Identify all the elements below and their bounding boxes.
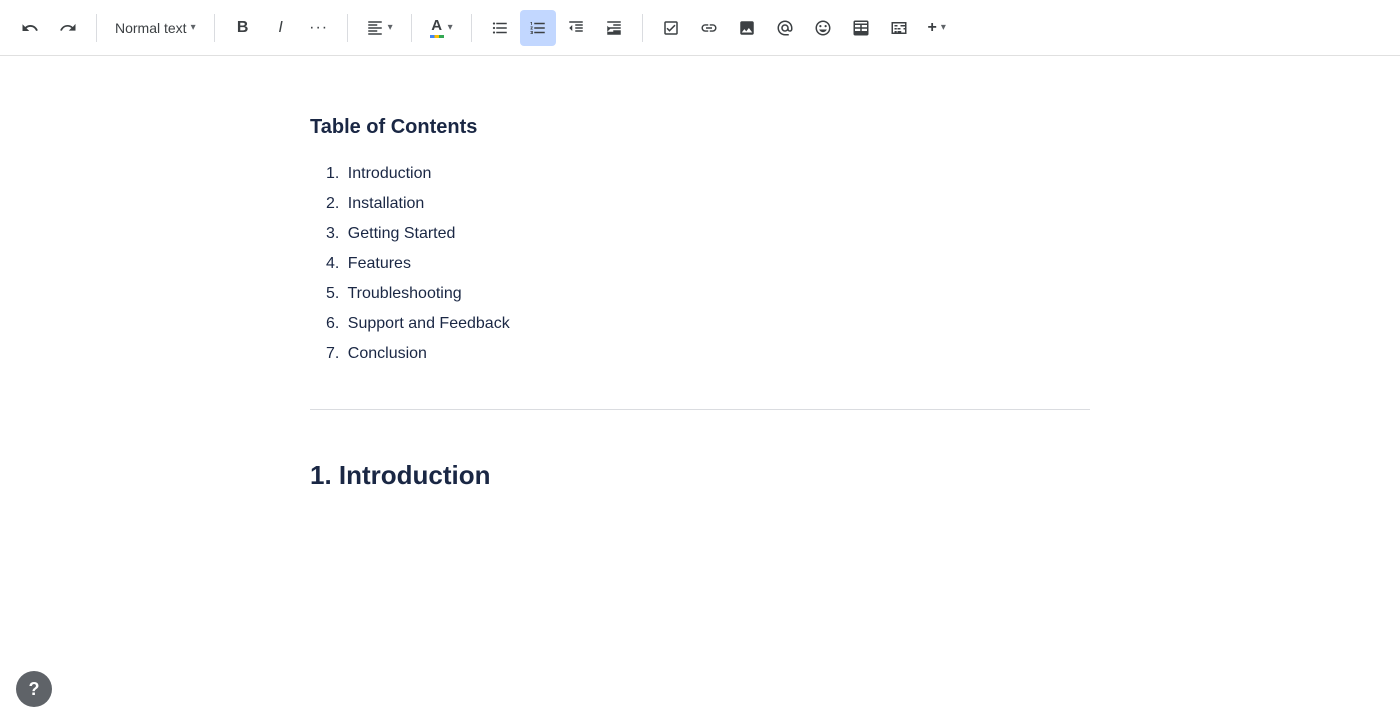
more-insert-icon: + [927, 19, 936, 37]
emoji-button[interactable] [805, 10, 841, 46]
align-icon [366, 19, 384, 37]
toc-text-4: Features [348, 255, 411, 272]
indent-increase-button[interactable] [596, 10, 632, 46]
list-item: 6. Support and Feedback [310, 309, 1090, 339]
list-group [482, 10, 632, 46]
toc-num-4: 4. [326, 255, 339, 272]
list-item: 1. Introduction [310, 159, 1090, 189]
text-color-icon: A [431, 17, 442, 34]
more-dots-icon: ··· [309, 19, 328, 37]
bullet-list-icon [491, 19, 509, 37]
help-icon: ? [29, 679, 40, 700]
format-group: B I ··· [225, 10, 337, 46]
mention-icon [776, 19, 794, 37]
divider-5 [471, 14, 472, 42]
columns-icon [890, 19, 908, 37]
more-format-button[interactable]: ··· [301, 10, 337, 46]
color-underline [430, 35, 444, 38]
divider-6 [642, 14, 643, 42]
italic-icon: I [278, 19, 282, 37]
image-icon [738, 19, 756, 37]
toc-num-2: 2. [326, 195, 339, 212]
checkbox-button[interactable] [653, 10, 689, 46]
italic-button[interactable]: I [263, 10, 299, 46]
section-divider [310, 409, 1090, 410]
introduction-heading: 1. Introduction [310, 460, 1090, 491]
divider-1 [96, 14, 97, 42]
list-item: 3. Getting Started [310, 219, 1090, 249]
checkbox-icon [662, 19, 680, 37]
redo-button[interactable] [50, 10, 86, 46]
toc-list: 1. Introduction 2. Installation 3. Getti… [310, 159, 1090, 369]
bold-button[interactable]: B [225, 10, 261, 46]
bullet-list-button[interactable] [482, 10, 518, 46]
text-style-label: Normal text [115, 20, 187, 36]
table-icon [852, 19, 870, 37]
toc-text-2: Installation [348, 195, 425, 212]
toc-num-7: 7. [326, 345, 339, 362]
help-button[interactable]: ? [16, 671, 52, 707]
toolbar: Normal text ▾ B I ··· ▾ A ▾ [0, 0, 1400, 56]
columns-button[interactable] [881, 10, 917, 46]
link-icon [700, 19, 718, 37]
undo-button[interactable] [12, 10, 48, 46]
toc-text-1: Introduction [348, 165, 432, 182]
numbered-list-icon [529, 19, 547, 37]
text-color-inner: A [430, 17, 444, 38]
document-content: Table of Contents 1. Introduction 2. Ins… [0, 56, 1400, 723]
toc-text-5: Troubleshooting [348, 285, 462, 302]
insert-group: + ▾ [653, 10, 955, 46]
toc-text-6: Support and Feedback [348, 315, 510, 332]
indent-decrease-button[interactable] [558, 10, 594, 46]
more-insert-button[interactable]: + ▾ [919, 10, 955, 46]
list-item: 2. Installation [310, 189, 1090, 219]
text-color-chevron: ▾ [448, 22, 453, 33]
link-button[interactable] [691, 10, 727, 46]
bold-icon: B [237, 19, 249, 37]
list-item: 5. Troubleshooting [310, 279, 1090, 309]
toc-text-7: Conclusion [348, 345, 427, 362]
toc-text-3: Getting Started [348, 225, 456, 242]
more-insert-chevron: ▾ [941, 22, 946, 33]
align-button[interactable]: ▾ [358, 10, 401, 46]
toc-num-6: 6. [326, 315, 339, 332]
list-item: 4. Features [310, 249, 1090, 279]
divider-3 [347, 14, 348, 42]
indent-decrease-icon [567, 19, 585, 37]
list-item: 7. Conclusion [310, 339, 1090, 369]
divider-2 [214, 14, 215, 42]
text-color-button[interactable]: A ▾ [422, 10, 461, 46]
emoji-icon [814, 19, 832, 37]
image-button[interactable] [729, 10, 765, 46]
toc-num-5: 5. [326, 285, 339, 302]
indent-increase-icon [605, 19, 623, 37]
table-button[interactable] [843, 10, 879, 46]
toc-num-1: 1. [326, 165, 339, 182]
text-style-dropdown[interactable]: Normal text ▾ [107, 10, 204, 46]
toc-heading: Table of Contents [310, 116, 1090, 139]
mention-button[interactable] [767, 10, 803, 46]
align-chevron: ▾ [388, 22, 393, 33]
document-body[interactable]: Table of Contents 1. Introduction 2. Ins… [310, 116, 1090, 663]
divider-4 [411, 14, 412, 42]
numbered-list-button[interactable] [520, 10, 556, 46]
undo-redo-group [12, 10, 86, 46]
text-style-chevron: ▾ [191, 22, 196, 33]
toc-num-3: 3. [326, 225, 339, 242]
